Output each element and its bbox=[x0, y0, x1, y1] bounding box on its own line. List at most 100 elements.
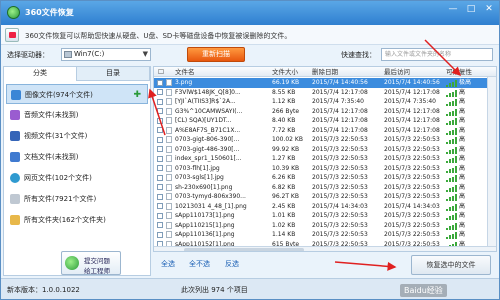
table-row[interactable]: sApp110173[1].png 1.01 KB 2015/7/3 22:50:5… bbox=[154, 211, 496, 221]
category-audio[interactable]: 音频文件(未找到) bbox=[6, 105, 148, 125]
file-size: 266 Byte bbox=[272, 107, 300, 115]
row-checkbox[interactable] bbox=[157, 231, 163, 238]
recoverability: 高 bbox=[459, 126, 466, 134]
watermark: Baidu经验 bbox=[400, 284, 447, 297]
maximize-icon[interactable]: □ bbox=[463, 3, 479, 15]
row-checkbox[interactable] bbox=[157, 117, 163, 124]
row-checkbox[interactable] bbox=[157, 184, 163, 190]
file-size: 7.72 KB bbox=[272, 126, 296, 134]
image-file-icon bbox=[166, 107, 172, 115]
table-header: ☐ 文件名 文件大小 删除日期 最后访问 可恢复性 bbox=[154, 67, 496, 77]
table-row[interactable]: sApp110215[1].png 1.02 KB 2015/7/3 22:50:5… bbox=[154, 221, 496, 231]
table-row[interactable]: 0703-gigt-486-390[... 99.92 KB 2015/7/3 22… bbox=[154, 145, 496, 155]
vertical-scrollbar[interactable] bbox=[487, 77, 496, 247]
row-checkbox[interactable] bbox=[157, 89, 163, 95]
deleted-date: 2015/7/4 14:40:56 bbox=[312, 79, 368, 86]
signal-bars-icon bbox=[446, 203, 458, 211]
category-all-files[interactable]: 所有文件(7921个文件) bbox=[6, 189, 148, 209]
select-all-link[interactable]: 全选 bbox=[161, 259, 175, 269]
row-checkbox[interactable] bbox=[157, 174, 163, 181]
restore-button[interactable]: 恢复选中的文件 bbox=[411, 255, 491, 275]
expand-plus-icon[interactable]: ✚ bbox=[133, 85, 141, 105]
header-name[interactable]: 文件名 bbox=[175, 67, 195, 77]
accessed-date: 2015/7/4 14:40:56 bbox=[384, 79, 440, 86]
category-label: 文档文件(未找到) bbox=[24, 153, 79, 161]
row-checkbox[interactable] bbox=[157, 79, 163, 86]
table-row[interactable]: 0703-sgls[1].jpg 6.26 KB 2015/7/3 22:50:53… bbox=[154, 173, 496, 183]
file-size: 8.40 KB bbox=[272, 117, 296, 124]
category-all-folders[interactable]: 所有文件夹(162个文件夹) bbox=[6, 210, 148, 230]
item-count-text: 此次列出 974 个项目 bbox=[181, 286, 248, 294]
deleted-date: 2015/7/4 12:17:08 bbox=[312, 117, 368, 124]
row-checkbox[interactable] bbox=[157, 193, 163, 200]
header-deleted[interactable]: 删除日期 bbox=[312, 67, 338, 77]
header-size[interactable]: 文件大小 bbox=[272, 67, 298, 77]
search-input[interactable]: 输入文件或文件夹的名称 bbox=[381, 48, 493, 61]
file-size: 66.19 KB bbox=[272, 79, 300, 86]
file-size: 2.45 KB bbox=[272, 202, 296, 210]
signal-bars-icon bbox=[446, 127, 458, 135]
recoverability: 高 bbox=[459, 202, 466, 210]
horizontal-scrollbar[interactable] bbox=[154, 246, 496, 251]
deleted-date: 2015/7/3 22:50:53 bbox=[312, 183, 368, 191]
audio-icon bbox=[10, 110, 20, 120]
row-checkbox[interactable] bbox=[157, 165, 163, 171]
invert-selection-link[interactable]: 反选 bbox=[225, 259, 239, 269]
row-checkbox[interactable] bbox=[157, 136, 163, 143]
table-row[interactable]: 0703-flh[1].jpg 10.39 KB 2015/7/3 22:50:53… bbox=[154, 164, 496, 174]
row-checkbox[interactable] bbox=[157, 203, 163, 209]
tab-directory[interactable]: 目录 bbox=[77, 67, 150, 81]
close-icon[interactable]: ✕ bbox=[481, 3, 497, 15]
table-row[interactable]: [CL) SQA)[UY1DT... 8.40 KB 2015/7/4 12:17:… bbox=[154, 116, 496, 126]
minimize-icon[interactable]: — bbox=[445, 3, 461, 15]
deleted-date: 2015/7/3 22:50:53 bbox=[312, 136, 368, 143]
row-checkbox[interactable] bbox=[157, 222, 163, 228]
category-panel: 分类 目录 图像文件(974个文件) ✚ 音频文件(未找到) 视频文件(31个文… bbox=[3, 66, 151, 276]
table-row[interactable]: 3.png 66.19 KB 2015/7/4 14:40:56 2015/7/4 1… bbox=[154, 78, 496, 88]
deleted-date: 2015/7/4 12:17:08 bbox=[312, 126, 368, 134]
category-images[interactable]: 图像文件(974个文件) ✚ bbox=[6, 84, 148, 104]
file-name: 0703-flh[1].jpg bbox=[175, 164, 220, 172]
rescan-button[interactable]: 重新扫描 bbox=[187, 47, 245, 62]
select-none-link[interactable]: 全不选 bbox=[189, 259, 210, 269]
table-row[interactable]: G3%^10CAMWSAYI(... 266 Byte 2015/7/4 12:17… bbox=[154, 107, 496, 117]
row-checkbox[interactable] bbox=[157, 155, 163, 162]
image-file-icon bbox=[166, 212, 172, 219]
scroll-thumb[interactable] bbox=[184, 248, 304, 251]
file-size: 6.26 KB bbox=[272, 174, 296, 181]
category-video[interactable]: 视频文件(31个文件) bbox=[6, 126, 148, 146]
table-row[interactable]: sh-230x690[1].png 6.82 KB 2015/7/3 22:50:5… bbox=[154, 183, 496, 193]
row-checkbox[interactable] bbox=[157, 127, 163, 133]
table-row[interactable]: 0703-gigt-806-390[... 100.02 KB 2015/7/3 2… bbox=[154, 135, 496, 145]
drive-select[interactable]: Win7(C:) ▼ bbox=[61, 48, 151, 61]
table-row[interactable]: index_spr1_150601[... 1.27 KB 2015/7/3 22:… bbox=[154, 154, 496, 164]
table-row[interactable]: 10213031 4_48_[1].png 2.45 KB 2015/7/4 14:… bbox=[154, 202, 496, 212]
feedback-button[interactable]: 提交问题 给工程师 bbox=[61, 251, 121, 275]
row-checkbox[interactable] bbox=[157, 98, 163, 105]
table-row[interactable]: [YJI`A(TIIS3]R$`2A... 1.12 KB 2015/7/4 7:3… bbox=[154, 97, 496, 107]
search-label: 快速查找： bbox=[341, 51, 376, 59]
accessed-date: 2015/7/3 22:50:53 bbox=[384, 221, 440, 229]
file-size: 6.82 KB bbox=[272, 183, 296, 191]
header-checkbox[interactable]: ☐ bbox=[158, 67, 164, 77]
signal-bars-icon bbox=[446, 99, 458, 106]
table-row[interactable]: sApp110136[1].png 1.14 KB 2015/7/3 22:50:5… bbox=[154, 230, 496, 240]
tab-category[interactable]: 分类 bbox=[4, 67, 77, 81]
signal-bars-icon bbox=[446, 156, 458, 163]
category-documents[interactable]: 文档文件(未找到) bbox=[6, 147, 148, 167]
header-recoverability[interactable]: 可恢复性 bbox=[446, 67, 472, 77]
feedback-label-2: 给工程师 bbox=[84, 267, 110, 275]
row-checkbox[interactable] bbox=[157, 212, 163, 219]
drive-icon bbox=[64, 51, 72, 58]
row-checkbox[interactable] bbox=[157, 146, 163, 152]
table-row[interactable]: 0703-tymyd-806x390... 96.2T KB 2015/7/3 22… bbox=[154, 192, 496, 202]
deleted-date: 2015/7/3 22:50:53 bbox=[312, 145, 368, 153]
table-row[interactable]: A%E8AF7S_B71C1X... 7.72 KB 2015/7/4 12:17:… bbox=[154, 126, 496, 136]
deleted-date: 2015/7/4 7:35:40 bbox=[312, 98, 364, 105]
row-checkbox[interactable] bbox=[157, 108, 163, 114]
category-label: 所有文件(7921个文件) bbox=[24, 195, 97, 203]
header-accessed[interactable]: 最后访问 bbox=[384, 67, 410, 77]
table-row[interactable]: F3VlW$148JK_Q[8]0... 8.55 KB 2015/7/4 12:1… bbox=[154, 88, 496, 98]
accessed-date: 2015/7/4 12:17:08 bbox=[384, 88, 440, 96]
category-webpages[interactable]: 网页文件(102个文件) bbox=[6, 168, 148, 188]
